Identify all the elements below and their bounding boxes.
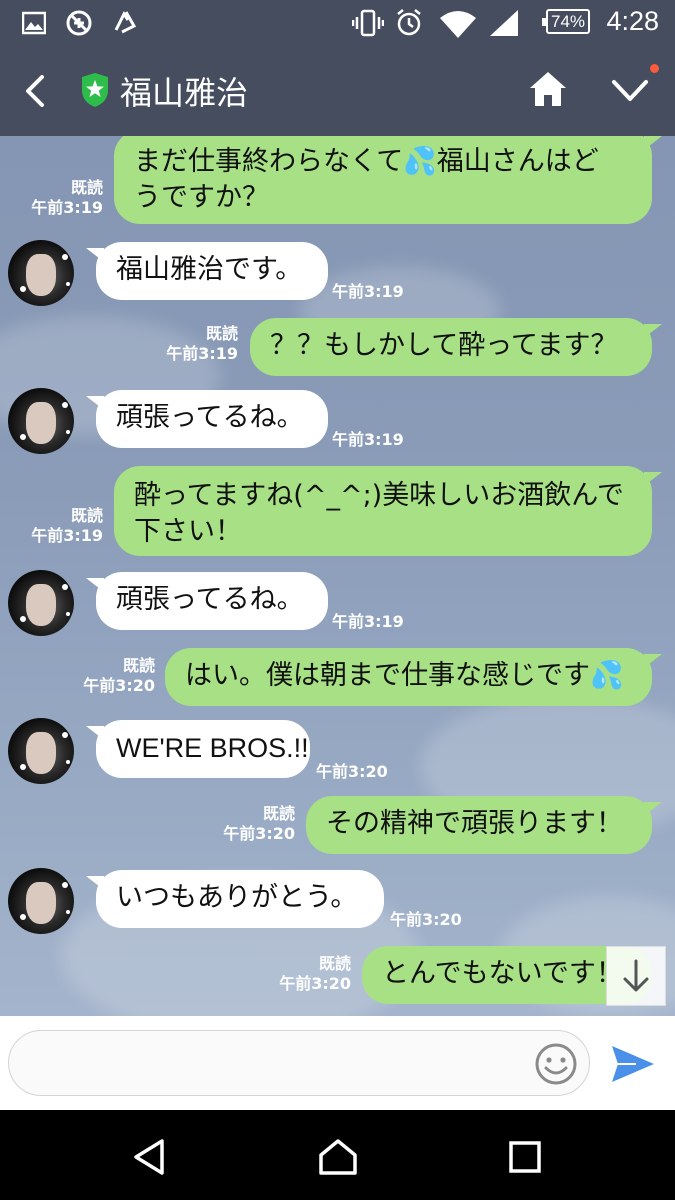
scroll-to-bottom-button[interactable]	[606, 946, 666, 1006]
message-text: うですか？	[134, 182, 269, 213]
alarm-icon	[397, 9, 421, 36]
wifi-icon	[440, 11, 476, 38]
message-time: 午前3:19	[332, 430, 404, 449]
message-meta: 既読 午前3:20	[83, 656, 155, 696]
message-text: 頑張ってるね。	[116, 402, 304, 433]
nav-recents-icon[interactable]	[508, 1140, 542, 1174]
message-time: 午前3:20	[223, 824, 295, 843]
chat-area[interactable]: 既読 午前3:19 まだ仕事終わらなくて💦福山さんはど うですか？ 福山雅治です…	[0, 136, 675, 1016]
message-time: 午前3:20	[390, 910, 462, 929]
arrow-down-icon	[623, 959, 649, 992]
message-input[interactable]	[8, 1030, 590, 1096]
message-text: 下さい！	[134, 516, 242, 547]
vibrate-icon	[352, 9, 384, 37]
chevron-down-icon[interactable]	[610, 78, 650, 104]
message-bubble-incoming[interactable]: 頑張ってるね。	[86, 572, 328, 630]
message-time: 午前3:20	[316, 762, 388, 781]
message-time: 午前3:19	[31, 526, 103, 545]
avatar[interactable]	[8, 570, 74, 636]
message-text: ？？もしかして酔ってます？	[270, 330, 618, 361]
message-bubble-incoming[interactable]: いつもありがとう。	[86, 870, 384, 928]
official-shield-icon	[82, 73, 108, 107]
read-receipt: 既読	[70, 178, 103, 197]
message-text: とんでもないです！	[382, 958, 623, 989]
avatar[interactable]	[8, 718, 74, 784]
read-receipt: 既読	[262, 804, 295, 823]
message-bubble-outgoing[interactable]: その精神で頑張ります！	[306, 796, 662, 854]
message-text: まだ仕事終わらなくて💦福山さんはど	[134, 146, 599, 177]
nav-back-icon[interactable]	[132, 1138, 166, 1176]
message-meta: 既読 午前3:20	[279, 954, 351, 994]
message-text: 福山雅治です。	[116, 254, 303, 285]
notification-dot	[650, 64, 659, 73]
message-input-bar	[0, 1016, 675, 1110]
message-time: 午前3:20	[279, 974, 351, 993]
message-meta: 既読 午前3:20	[223, 804, 295, 844]
message-text: はい。僕は朝まで仕事な感じです💦	[185, 660, 624, 691]
message-bubble-outgoing[interactable]: 酔ってますね(^_^;)美味しいお酒飲んで 下さい！	[114, 466, 662, 556]
message-bubble-outgoing[interactable]: ？？もしかして酔ってます？	[250, 318, 662, 376]
read-receipt: 既読	[70, 506, 103, 525]
message-text: 酔ってますね(^_^;)美味しいお酒飲んで	[134, 480, 624, 511]
message-text: WE'RE BROS.!!	[116, 733, 309, 763]
image-icon	[22, 11, 46, 35]
send-icon[interactable]	[610, 1044, 656, 1084]
read-receipt: 既読	[318, 954, 351, 973]
message-time: 午前3:20	[83, 676, 155, 695]
avatar[interactable]	[8, 240, 74, 306]
message-time: 午前3:19	[166, 344, 238, 363]
battery-indicator: 74%	[542, 9, 590, 34]
message-text: いつもありがとう。	[116, 882, 358, 913]
message-bubble-outgoing[interactable]: はい。僕は朝まで仕事な感じです💦	[165, 648, 662, 706]
recycle-icon	[114, 11, 137, 34]
avatar[interactable]	[8, 868, 74, 934]
message-bubble-incoming[interactable]: WE'RE BROS.!!	[86, 720, 310, 778]
read-receipt: 既読	[122, 656, 155, 675]
read-receipt: 既読	[205, 324, 238, 343]
message-meta: 既読 午前3:19	[31, 178, 103, 218]
system-nav-bar	[0, 1110, 675, 1200]
message-text: 頑張ってるね。	[116, 584, 304, 615]
message-time: 午前3:19	[332, 282, 404, 301]
home-icon[interactable]	[528, 70, 568, 108]
message-time: 午前3:19	[332, 612, 404, 631]
chat-header: 福山雅治	[0, 46, 675, 136]
avatar[interactable]	[8, 388, 74, 454]
message-meta: 既読 午前3:19	[166, 324, 238, 364]
clock: 4:28	[606, 6, 659, 36]
message-bubble-incoming[interactable]: 福山雅治です。	[86, 242, 328, 300]
signal-icon	[490, 10, 518, 36]
chat-title: 福山雅治	[120, 74, 249, 112]
message-time: 午前3:19	[31, 198, 103, 217]
message-meta: 既読 午前3:19	[31, 506, 103, 546]
message-text: その精神で頑張ります！	[326, 808, 623, 839]
emoji-icon[interactable]	[534, 1042, 578, 1086]
blocked-icon	[66, 10, 92, 36]
back-icon[interactable]	[22, 74, 50, 108]
message-bubble-incoming[interactable]: 頑張ってるね。	[86, 390, 328, 448]
nav-home-icon[interactable]	[318, 1138, 358, 1176]
status-bar: 74% 4:28	[0, 0, 675, 46]
message-bubble-outgoing[interactable]: まだ仕事終わらなくて💦福山さんはど うですか？	[114, 136, 662, 224]
